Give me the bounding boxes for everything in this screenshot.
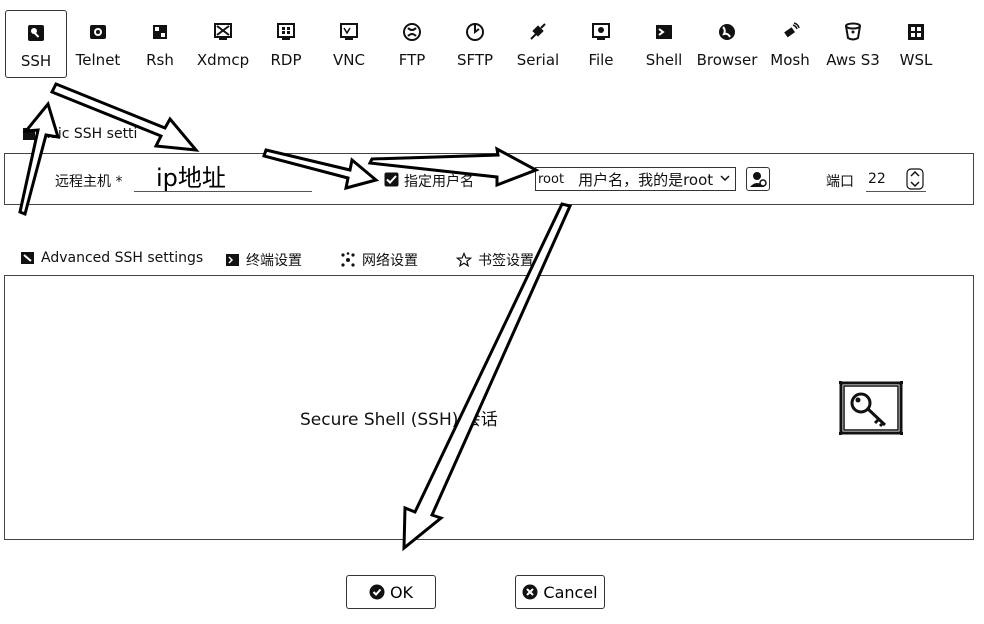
specify-username-label: 指定用户名: [404, 174, 474, 190]
sftp-icon: [466, 23, 484, 41]
username-note: 用户名，我的是root: [578, 170, 714, 189]
tab-terminal-settings[interactable]: 终端设置: [225, 250, 302, 270]
ok-button[interactable]: OK: [346, 575, 436, 609]
basic-settings-title: asic SSH setti: [42, 126, 138, 142]
basic-settings-icon: [23, 128, 35, 140]
rsh-icon: [153, 25, 167, 39]
user-manager-button[interactable]: [746, 167, 770, 191]
settings-tab-label: Advanced SSH settings: [41, 250, 204, 266]
protocol-tab-bar: SSH Telnet Rsh Xdmcp RDP VNC FTP SFTP Se…: [0, 0, 984, 82]
xdmcp-icon: [214, 23, 232, 40]
advanced-ssh-icon: [21, 252, 34, 264]
remote-host-label: 远程主机 *: [55, 174, 123, 190]
basic-settings-header: asic SSH setti: [22, 126, 137, 142]
tab-network-settings[interactable]: 网络设置: [340, 250, 418, 270]
ftp-icon: [403, 23, 421, 41]
username-value: root: [538, 171, 565, 187]
file-icon: [592, 23, 610, 40]
user-icon: [750, 172, 767, 187]
key-icon: [839, 381, 903, 435]
browser-icon: [719, 24, 735, 40]
ok-label: OK: [389, 582, 414, 602]
terminal-settings-icon: [226, 254, 239, 266]
shell-icon: [656, 25, 672, 39]
remote-host-input[interactable]: [134, 160, 312, 192]
settings-tab-label: 网络设置: [362, 253, 418, 269]
tab-wsl[interactable]: WSL: [885, 10, 947, 78]
port-label: 端口: [826, 174, 854, 190]
specify-username-checkbox[interactable]: [384, 172, 399, 187]
close-circle-icon: [522, 584, 538, 600]
vnc-icon: [340, 23, 358, 40]
mosh-icon: [784, 22, 800, 38]
network-settings-icon: [341, 252, 355, 267]
settings-tab-label: 书签设置: [478, 253, 534, 269]
cancel-label: Cancel: [543, 582, 598, 602]
wsl-icon: [908, 24, 924, 40]
username-input[interactable]: root 用户名，我的是root: [535, 167, 736, 191]
chevron-down-icon[interactable]: [719, 172, 731, 184]
port-spinner[interactable]: [906, 168, 924, 190]
telnet-icon: [90, 25, 106, 39]
serial-icon: [530, 23, 546, 40]
port-value: 22: [868, 171, 886, 187]
check-circle-icon: [369, 584, 385, 600]
rdp-icon: [277, 23, 295, 40]
cancel-button[interactable]: Cancel: [515, 575, 605, 609]
settings-tab-label: 终端设置: [246, 253, 302, 269]
tab-bookmark-settings[interactable]: 书签设置: [456, 250, 534, 270]
tab-advanced-ssh-settings[interactable]: Advanced SSH settings: [20, 250, 203, 266]
tab-label: WSL: [899, 51, 933, 69]
ssh-icon: [28, 25, 44, 41]
aws-s3-icon: [845, 22, 861, 41]
session-title: Secure Shell (SSH) 会话: [300, 410, 498, 430]
bookmark-star-icon: [456, 252, 472, 268]
